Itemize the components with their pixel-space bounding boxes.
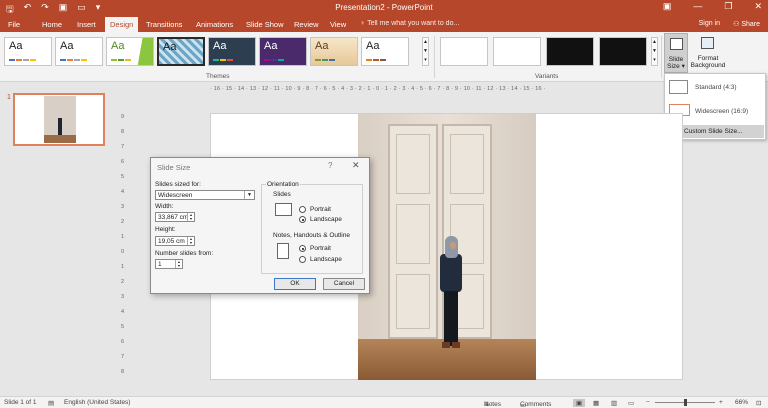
themes-gallery: Aa Aa Aa Aa Aa Aa Aa Aa [4, 37, 409, 66]
tab-design[interactable]: Design [105, 17, 139, 32]
slide-thumbnail[interactable] [13, 93, 105, 146]
notes-landscape-label: Landscape [310, 256, 342, 263]
slide-sorter-icon[interactable]: ▦ [593, 399, 599, 407]
theme-office-2[interactable]: Aa [55, 37, 103, 66]
notes-portrait-label: Portrait [310, 245, 331, 252]
thumbnail-photo [44, 96, 76, 143]
minimize-button[interactable]: — [693, 1, 702, 12]
height-label: Height: [155, 226, 176, 233]
slides-orientation-label: Slides [273, 191, 291, 198]
variants-gallery [440, 37, 647, 66]
slide-number: 1 [7, 94, 11, 101]
tab-file[interactable]: File [8, 20, 20, 29]
number-from-label: Number slides from: [155, 250, 214, 257]
tab-slide-show[interactable]: Slide Show [246, 20, 284, 29]
zoom-out-icon[interactable]: − [646, 399, 650, 406]
group-separator [661, 36, 662, 78]
spinner-icon[interactable]: ▲ ▼ [187, 213, 194, 221]
sized-for-select[interactable]: Widescreen ▼ [155, 190, 255, 200]
notes-portrait-radio[interactable] [299, 245, 306, 252]
tab-review[interactable]: Review [294, 20, 319, 29]
variants-scroll[interactable]: ▲ ▼ ▾ [651, 37, 658, 66]
tell-me-box[interactable]: ♀ Tell me what you want to do... [360, 20, 459, 27]
window-controls: ▣ — ❐ ✕ [663, 1, 762, 12]
dialog-title: Slide Size [157, 163, 191, 172]
theme-facet[interactable]: Aa [106, 37, 154, 66]
themes-scroll[interactable]: ▲ ▼ ▾ [422, 37, 429, 66]
slides-landscape-label: Landscape [310, 216, 342, 223]
horizontal-ruler: · 16 · 15 · 14 · 13 · 12 · 11 · 10 · 9 ·… [210, 86, 546, 92]
slide-count: Slide 1 of 1 [4, 399, 37, 406]
dialog-close-button[interactable]: ✕ [352, 160, 360, 171]
tab-transitions[interactable]: Transitions [146, 20, 182, 29]
slideshow-view-icon[interactable]: ▭ [628, 399, 634, 407]
reading-view-icon[interactable]: ▥ [611, 399, 617, 407]
slides-landscape-radio[interactable] [299, 216, 306, 223]
chevron-down-icon: ▼ [244, 191, 254, 199]
orientation-label: Orientation [266, 181, 300, 188]
variants-group-label: Variants [535, 73, 559, 80]
spinner-icon[interactable]: ▲ ▼ [187, 237, 194, 245]
notes-orientation-label: Notes, Handouts & Outline [273, 232, 350, 239]
window-title: Presentation2 - PowerPoint [335, 3, 433, 12]
theme-ion-boardroom[interactable]: Aa [259, 37, 307, 66]
ribbon-display-icon[interactable]: ▣ [663, 1, 672, 12]
slide-size-icon [670, 38, 683, 50]
variant-4[interactable] [599, 37, 647, 66]
slides-portrait-label: Portrait [310, 206, 331, 213]
sized-for-label: Slides sized for: [155, 181, 201, 188]
language-indicator[interactable]: English (United States) [64, 399, 130, 406]
portrait-notes-icon [277, 243, 289, 259]
format-background-icon [701, 37, 714, 49]
zoom-level[interactable]: 66% [735, 399, 748, 406]
restore-button[interactable]: ❐ [724, 1, 732, 12]
share-button[interactable]: ⚇ Share [733, 20, 760, 28]
slide-thumbnail-pane: 1 [0, 83, 118, 395]
themes-group-label: Themes [206, 73, 230, 80]
slides-portrait-radio[interactable] [299, 206, 306, 213]
width-field[interactable]: 33,867 cm ▲ ▼ [155, 212, 195, 222]
height-field[interactable]: 19,05 cm ▲ ▼ [155, 236, 195, 246]
zoom-in-icon[interactable]: + [719, 399, 723, 406]
variant-1[interactable] [440, 37, 488, 66]
ribbon-tabs: File Home Insert Design Transitions Anim… [0, 17, 768, 32]
variant-3[interactable] [546, 37, 594, 66]
ribbon: Aa Aa Aa Aa Aa Aa Aa Aa ▲ ▼ ▾ Themes ▲ ▼ ▾ V… [0, 32, 768, 82]
group-separator [434, 36, 435, 78]
fit-slide-icon[interactable]: ⊡ [756, 399, 761, 407]
theme-office[interactable]: Aa [4, 37, 52, 66]
normal-view-icon[interactable]: ▣ [573, 399, 586, 407]
tab-insert[interactable]: Insert [77, 20, 96, 29]
variant-2[interactable] [493, 37, 541, 66]
theme-retrospect[interactable]: Aa [361, 37, 409, 66]
slide-size-dialog: Slide Size ? ✕ Slides sized for: Widescr… [150, 157, 370, 294]
zoom-slider-thumb[interactable] [684, 399, 687, 406]
cancel-button[interactable]: Cancel [323, 278, 365, 290]
help-button[interactable]: ? [328, 161, 332, 170]
close-button[interactable]: ✕ [754, 1, 762, 12]
slide-size-button[interactable]: Slide Size ▾ [664, 33, 688, 73]
landscape-slide-icon [275, 203, 292, 216]
number-from-field[interactable]: 1 ▲ ▼ [155, 259, 183, 269]
vertical-ruler: 987654321012345678 [121, 114, 125, 375]
spelling-icon[interactable]: ▤ [48, 399, 54, 407]
format-background-button[interactable]: Format Background [690, 33, 726, 73]
tab-view[interactable]: View [330, 20, 346, 29]
width-label: Width: [155, 203, 174, 210]
theme-ion[interactable]: Aa [208, 37, 256, 66]
door-left [388, 124, 438, 339]
tab-animations[interactable]: Animations [196, 20, 233, 29]
slide-photo[interactable] [358, 114, 536, 380]
spinner-icon[interactable]: ▲ ▼ [175, 260, 182, 268]
notes-landscape-radio[interactable] [299, 256, 306, 263]
ok-button[interactable]: OK [274, 278, 316, 290]
person-figure [436, 236, 466, 356]
title-bar: 🖫 ↶ ↷ ▣ ▭ ▾ Presentation2 - PowerPoint ▣… [0, 0, 768, 17]
status-bar: Slide 1 of 1 ▤ English (United States) ≙… [0, 396, 768, 408]
sign-in-link[interactable]: Sign in [699, 20, 720, 27]
theme-integral[interactable]: Aa [157, 37, 205, 66]
tab-home[interactable]: Home [42, 20, 62, 29]
theme-organic[interactable]: Aa [310, 37, 358, 66]
